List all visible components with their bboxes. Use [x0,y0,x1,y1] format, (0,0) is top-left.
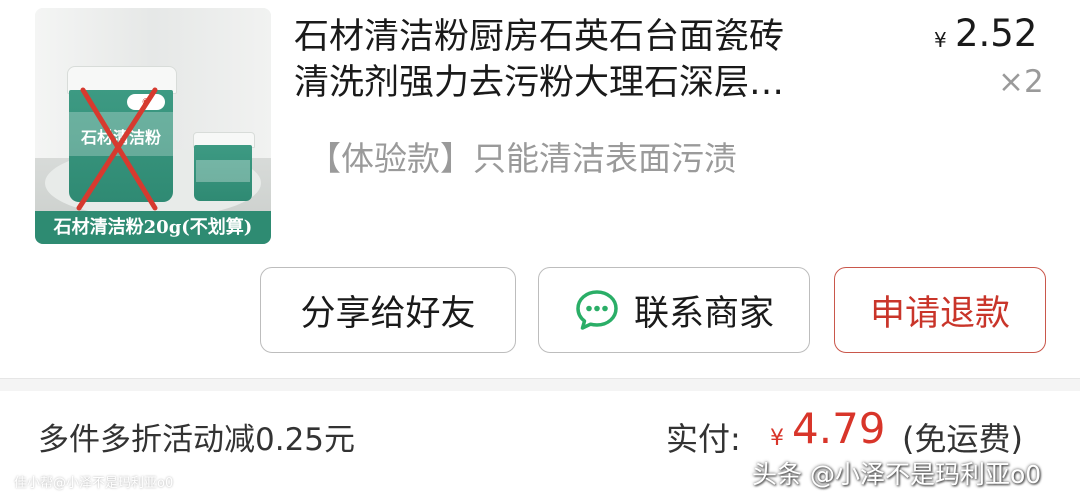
product-title-line-1: 石材清洁粉厨房石英石台面瓷砖 [294,17,785,57]
share-to-friend-button[interactable]: 分享给好友 [260,267,516,353]
image-banner: 石材清洁粉20g(不划算) [35,211,271,244]
section-divider [0,378,1080,391]
variant-spec: 【体验款】只能清洁表面污渍 [308,139,737,178]
product-image[interactable]: ◉ 石材清洁粉 石材清洁粉20g(不划算) [35,8,271,244]
paid-label: 实付: [666,420,741,458]
apply-refund-button[interactable]: 申请退款 [834,267,1046,353]
product-title[interactable]: 石材清洁粉厨房石英石台面瓷砖 清洗剂强力去污粉大理石深层… [294,14,894,114]
refund-button-label: 申请退款 [869,293,1010,334]
quantity: ×2 [998,64,1044,100]
share-button-label: 分享给好友 [300,293,476,334]
unit-price: 2.52 [955,12,1038,55]
shipping-note: (免运费) [902,420,1023,458]
chat-bubble-icon [576,290,618,330]
watermark-right: 头条 @小泽不是玛利亚o0 [752,460,1042,489]
product-title-line-2: 清洗剂强力去污粉大理石深层… [294,63,785,103]
red-cross-icon [76,87,158,211]
watermark-left: 佳小帮@小泽不是玛利亚o0 [14,476,174,491]
contact-button-label: 联系商家 [633,293,774,334]
paid-amount: 4.79 [792,404,886,453]
contact-seller-button[interactable]: 联系商家 [538,267,810,353]
price-currency: ¥ [934,28,947,52]
discount-info: 多件多折活动减0.25元 [38,422,356,458]
paid-currency: ¥ [770,426,784,451]
